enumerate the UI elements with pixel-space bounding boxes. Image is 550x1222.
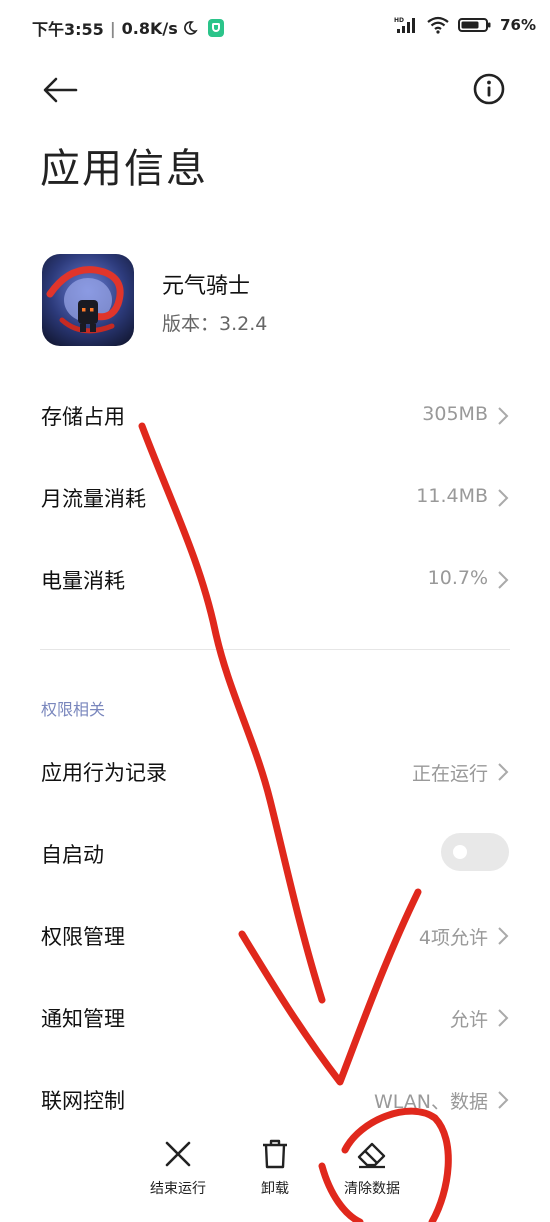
notification-management-row[interactable]: 通知管理 允许 <box>0 987 550 1047</box>
app-name: 元气骑士 <box>162 274 251 299</box>
row-label: 应用行为记录 <box>41 761 167 785</box>
chevron-right-icon <box>498 407 509 425</box>
app-behavior-row[interactable]: 应用行为记录 正在运行 <box>0 741 550 801</box>
row-value: 305MB <box>422 403 488 425</box>
top-bar <box>0 60 550 116</box>
row-value: 允许 <box>449 1009 488 1031</box>
permission-management-row[interactable]: 权限管理 4项允许 <box>0 905 550 965</box>
chevron-right-icon <box>498 1009 509 1027</box>
battery-percent: 76% <box>500 16 536 34</box>
network-control-row[interactable]: 联网控制 WLAN、数据 <box>0 1069 550 1129</box>
arrow-left-icon <box>43 77 78 103</box>
signal-icon: HD <box>394 17 416 33</box>
row-label: 联网控制 <box>41 1089 125 1113</box>
row-value: 正在运行 <box>411 763 488 785</box>
row-value: 10.7% <box>427 567 488 589</box>
close-icon <box>165 1141 191 1167</box>
app-version: 版本：3.2.4 <box>162 313 268 335</box>
status-separator: | <box>109 18 116 38</box>
status-right: HD 76% <box>394 16 536 34</box>
status-bar: 下午3:55 | 0.8K/s HD 76% <box>0 0 550 52</box>
row-label: 电量消耗 <box>41 569 125 593</box>
uninstall-button[interactable]: 卸载 <box>227 1138 323 1198</box>
svg-text:HD: HD <box>394 17 404 24</box>
eraser-icon <box>357 1142 386 1169</box>
status-net-speed: 0.8K/s <box>121 18 178 38</box>
row-label: 自启动 <box>41 843 104 867</box>
info-button[interactable] <box>470 70 508 108</box>
action-label: 结束运行 <box>150 1181 206 1197</box>
info-icon <box>473 73 505 105</box>
battery-usage-row[interactable]: 电量消耗 10.7% <box>0 549 550 609</box>
row-label: 权限管理 <box>41 925 125 949</box>
battery-icon <box>458 18 491 32</box>
chevron-right-icon <box>498 1091 509 1109</box>
force-stop-button[interactable]: 结束运行 <box>130 1138 226 1198</box>
security-shield-icon <box>207 19 224 37</box>
trash-icon <box>263 1139 287 1169</box>
status-time: 下午3:55 <box>32 20 104 39</box>
toggle-knob <box>453 845 467 859</box>
row-label: 通知管理 <box>41 1007 125 1031</box>
chevron-right-icon <box>498 763 509 781</box>
row-value: 11.4MB <box>416 485 488 507</box>
row-value: WLAN、数据 <box>373 1091 488 1113</box>
clear-data-button[interactable]: 清除数据 <box>324 1138 420 1198</box>
app-icon <box>42 254 134 346</box>
back-button[interactable] <box>40 70 80 110</box>
chevron-right-icon <box>498 927 509 945</box>
chevron-right-icon <box>498 571 509 589</box>
data-usage-row[interactable]: 月流量消耗 11.4MB <box>0 467 550 527</box>
wifi-icon <box>427 16 449 34</box>
row-label: 月流量消耗 <box>41 487 146 511</box>
moon-icon <box>183 21 198 35</box>
chevron-right-icon <box>498 489 509 507</box>
status-left: 下午3:55 | 0.8K/s <box>32 16 224 40</box>
section-divider <box>40 649 510 650</box>
row-label: 存储占用 <box>41 405 125 429</box>
section-title-permissions: 权限相关 <box>41 700 106 719</box>
autostart-toggle[interactable] <box>441 833 509 871</box>
page-title: 应用信息 <box>40 146 208 192</box>
row-value: 4项允许 <box>418 927 488 949</box>
storage-row[interactable]: 存储占用 305MB <box>0 385 550 445</box>
bottom-action-bar: 结束运行 卸载 清除数据 <box>0 1130 550 1210</box>
action-label: 卸载 <box>261 1181 289 1197</box>
app-logo-image <box>42 254 134 346</box>
action-label: 清除数据 <box>344 1181 400 1197</box>
